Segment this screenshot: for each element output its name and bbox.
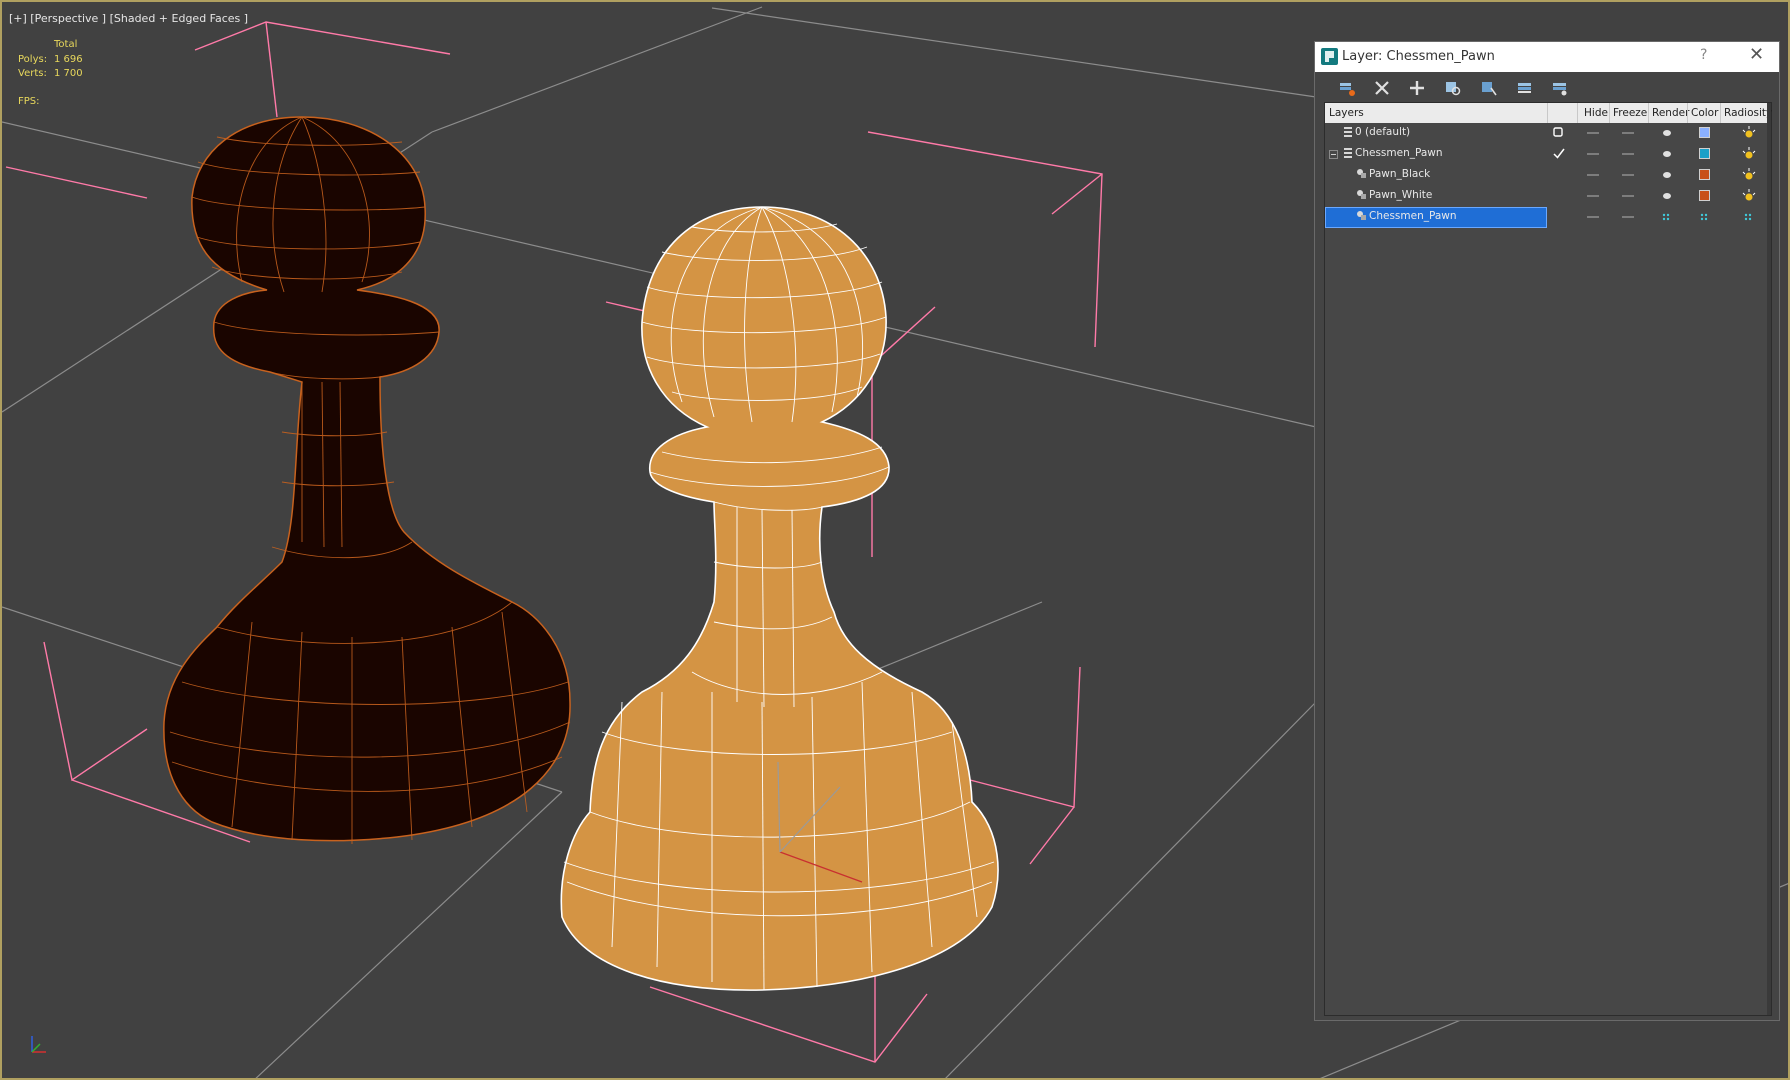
highlight-layer-icon[interactable] [1479,78,1499,98]
hide-toggle[interactable] [1587,132,1599,134]
radiosity-sun-icon[interactable] [1742,188,1756,202]
object-icon [1357,211,1366,220]
layer-name[interactable]: Pawn_White [1369,189,1432,201]
object-color-swatch[interactable] [1699,169,1710,180]
layer-stack-icon [1344,148,1352,158]
verts-value: 1 700 [54,68,83,79]
column-render[interactable]: Render [1652,107,1689,119]
layer-name[interactable]: Chessmen_Pawn [1369,210,1457,222]
object-icon [1357,169,1366,178]
radiosity-sun-icon[interactable] [1742,167,1756,181]
hide-toggle[interactable] [1587,216,1599,218]
object-color-swatch[interactable] [1699,190,1710,201]
pawn-black[interactable] [163,116,571,844]
freeze-toggle[interactable] [1622,132,1634,134]
object-icon [1357,190,1366,199]
dialog-titlebar[interactable]: Layer: Chessmen_Pawn ? ✕ [1315,42,1779,72]
dots-icon[interactable] [1743,212,1753,222]
hide-toggle[interactable] [1587,195,1599,197]
layer-color-swatch[interactable] [1699,148,1710,159]
column-hide[interactable]: Hide [1584,107,1608,119]
column-radiosity[interactable]: Radiosity [1724,107,1772,119]
freeze-all-icon[interactable] [1550,78,1570,98]
layer-color-swatch[interactable] [1699,127,1710,138]
axis-tripod-icon [31,1036,46,1053]
hide-toggle[interactable] [1587,153,1599,155]
freeze-toggle[interactable] [1622,216,1634,218]
hide-all-icon[interactable] [1515,78,1535,98]
app-logo-icon [1321,48,1338,65]
render-teapot-icon[interactable] [1661,128,1673,138]
dots-icon[interactable] [1699,212,1709,222]
freeze-toggle[interactable] [1622,174,1634,176]
layer-name[interactable]: 0 (default) [1355,126,1410,138]
render-teapot-icon[interactable] [1661,170,1673,180]
render-teapot-icon[interactable] [1661,191,1673,201]
delete-layer-icon[interactable] [1372,78,1392,98]
layer-list-header: Layers Hide Freeze Render Color Radiosit… [1325,103,1772,123]
dialog-title: Layer: Chessmen_Pawn [1342,49,1495,64]
create-new-layer-icon[interactable] [1337,78,1357,98]
stats-total-label: Total [54,39,78,50]
fps-label: FPS: [18,96,40,107]
column-layers[interactable]: Layers [1329,107,1364,119]
select-objects-icon[interactable] [1443,78,1463,98]
layer-name[interactable]: Chessmen_Pawn [1355,147,1443,159]
freeze-toggle[interactable] [1622,195,1634,197]
layer-row[interactable]: Pawn_Black [1325,165,1771,186]
hide-toggle[interactable] [1587,174,1599,176]
current-layer-checkbox-icon[interactable] [1553,127,1564,138]
list-scrollbar[interactable] [1767,103,1771,1015]
layer-stack-icon [1344,127,1352,137]
radiosity-sun-icon[interactable] [1742,125,1756,139]
column-color[interactable]: Color [1691,107,1718,119]
stats-overlay: Total Polys: 1 696 Verts: 1 700 [18,38,83,82]
layer-name[interactable]: Pawn_Black [1369,168,1430,180]
polys-label: Polys: [18,53,48,65]
close-button[interactable]: ✕ [1749,44,1764,65]
collapse-toggle-icon[interactable] [1329,150,1338,159]
dots-icon[interactable] [1661,212,1671,222]
layer-dialog: Layer: Chessmen_Pawn ? ✕ Layers Hide Fre… [1314,41,1780,1021]
layer-list[interactable]: Layers Hide Freeze Render Color Radiosit… [1324,102,1772,1016]
freeze-toggle[interactable] [1622,153,1634,155]
help-button[interactable]: ? [1700,47,1707,63]
radiosity-sun-icon[interactable] [1742,146,1756,160]
layer-row[interactable]: 0 (default) [1325,123,1771,144]
polys-value: 1 696 [54,53,83,65]
viewport-label[interactable]: [+] [Perspective ] [Shaded + Edged Faces… [9,12,248,25]
pawn-white[interactable] [560,206,999,991]
verts-label: Verts: [18,68,47,79]
column-freeze[interactable]: Freeze [1613,107,1647,119]
render-teapot-icon[interactable] [1661,149,1673,159]
layer-row-selected[interactable]: Chessmen_Pawn [1325,207,1771,228]
layer-row[interactable]: Chessmen_Pawn [1325,144,1771,165]
active-layer-check-icon[interactable] [1553,148,1565,159]
layer-row[interactable]: Pawn_White [1325,186,1771,207]
add-to-layer-icon[interactable] [1407,78,1427,98]
